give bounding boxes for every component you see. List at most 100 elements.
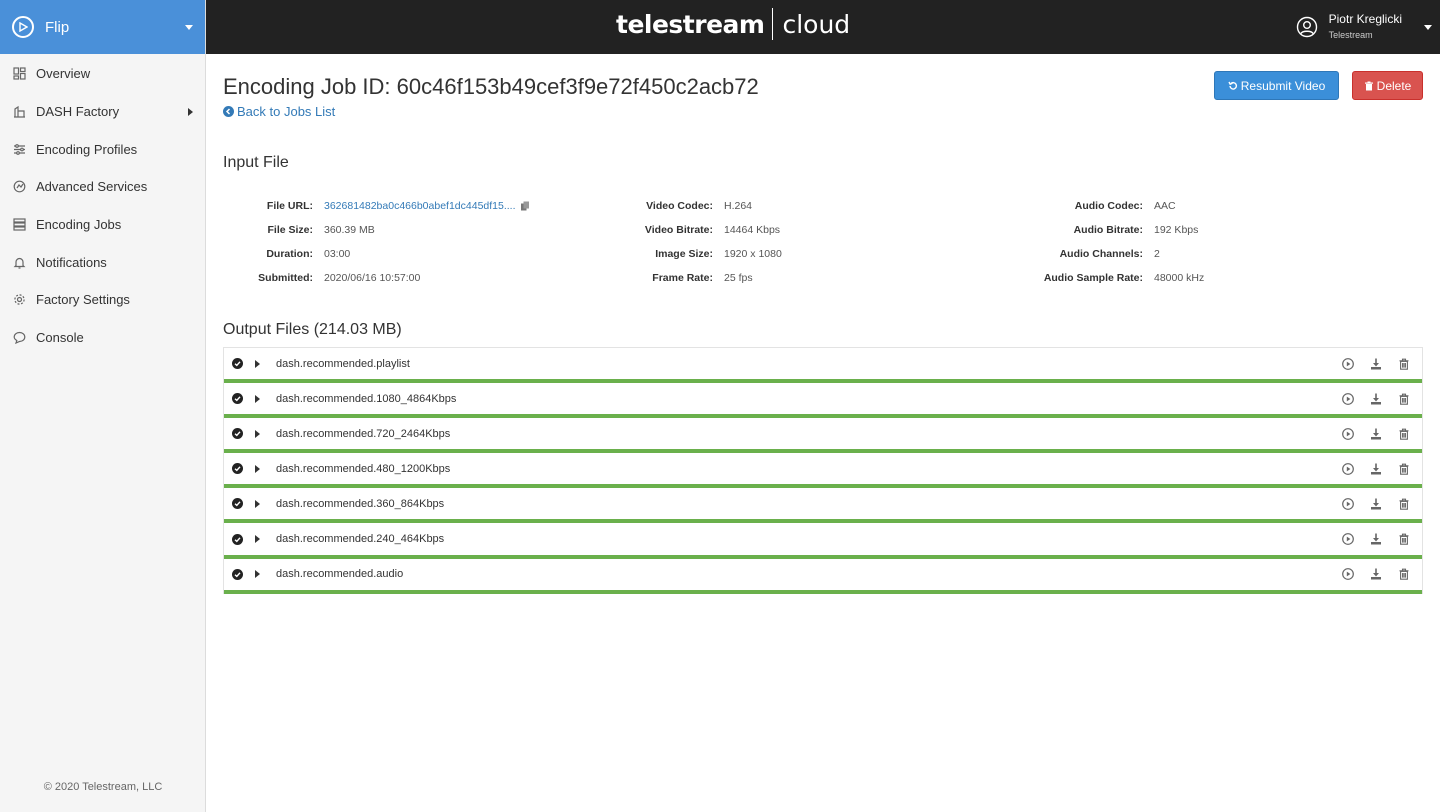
user-org: Telestream — [1328, 30, 1373, 40]
info-key: Image Size: — [655, 248, 713, 260]
check-circle-icon — [232, 498, 243, 510]
play-icon[interactable] — [1342, 462, 1354, 475]
info-audio-channels: Audio Channels: 2 — [1006, 248, 1160, 260]
sidebar-item-label: Advanced Services — [36, 179, 148, 195]
sidebar-nav: Overview DASH Factory Encoding Profiles … — [0, 54, 205, 357]
services-icon — [12, 180, 26, 194]
gear-icon — [12, 293, 26, 307]
play-icon[interactable] — [1342, 533, 1354, 545]
expand-caret-icon[interactable] — [255, 429, 260, 438]
sidebar-item-label: Console — [36, 330, 84, 346]
trash-icon[interactable] — [1398, 568, 1410, 580]
sliders-icon — [12, 142, 26, 156]
trash-icon[interactable] — [1398, 498, 1410, 510]
info-value: 48000 kHz — [1154, 272, 1205, 284]
delete-label: Delete — [1376, 78, 1412, 93]
info-value: 2 — [1154, 248, 1160, 260]
app-name: Flip — [45, 18, 70, 36]
download-icon[interactable] — [1370, 533, 1382, 545]
trash-icon[interactable] — [1398, 393, 1410, 405]
sidebar-item-console[interactable]: Console — [0, 319, 205, 357]
download-icon[interactable] — [1370, 428, 1382, 440]
expand-caret-icon[interactable] — [255, 535, 260, 544]
expand-caret-icon[interactable] — [255, 570, 260, 579]
play-icon[interactable] — [1342, 392, 1354, 405]
expand-caret-icon[interactable] — [255, 464, 260, 473]
sidebar-item-factory-settings[interactable]: Factory Settings — [0, 281, 205, 319]
user-info: Piotr Kreglicki Telestream — [1329, 11, 1402, 43]
output-file-name: dash.recommended.720_2464Kbps — [276, 427, 451, 440]
info-key: Submitted: — [258, 272, 313, 284]
redo-icon — [1228, 81, 1237, 90]
download-icon[interactable] — [1370, 498, 1382, 510]
info-key: Audio Channels: — [1059, 248, 1143, 260]
server-icon — [12, 218, 26, 232]
copy-icon[interactable] — [520, 201, 530, 211]
chat-icon — [12, 331, 26, 345]
check-circle-icon — [232, 358, 243, 370]
trash-icon[interactable] — [1398, 533, 1410, 545]
output-file-row: dash.recommended.240_464Kbps — [224, 523, 1422, 559]
bell-icon — [12, 255, 26, 269]
sidebar-item-label: Overview — [36, 66, 91, 82]
output-file-name: dash.recommended.480_1200Kbps — [276, 462, 451, 475]
output-files-heading: Output Files (214.03 MB) — [223, 321, 402, 338]
delete-button[interactable]: Delete — [1352, 71, 1423, 100]
back-to-jobs-link[interactable]: Back to Jobs List — [223, 104, 335, 119]
info-key: Video Codec: — [646, 200, 713, 212]
info-audio-bitrate: Audio Bitrate: 192 Kbps — [1006, 224, 1199, 236]
sidebar-item-advanced-services[interactable]: Advanced Services — [0, 168, 205, 206]
output-file-name: dash.recommended.360_864Kbps — [276, 497, 445, 510]
telestream-cloud-logo: telestream cloud — [616, 8, 850, 40]
trash-icon[interactable] — [1398, 428, 1410, 440]
output-file-name: dash.recommended.1080_4864Kbps — [276, 392, 457, 405]
check-circle-icon — [232, 463, 243, 475]
app-switcher[interactable]: Flip — [0, 0, 205, 54]
expand-caret-icon[interactable] — [255, 499, 260, 508]
resubmit-video-button[interactable]: Resubmit Video — [1214, 71, 1339, 100]
info-key: Frame Rate: — [652, 272, 713, 284]
info-key: File Size: — [267, 224, 313, 236]
trash-icon[interactable] — [1398, 463, 1410, 475]
sidebar-item-dash-factory[interactable]: DASH Factory — [0, 93, 205, 131]
check-circle-icon — [232, 533, 243, 545]
check-circle-icon — [232, 393, 243, 405]
info-key: File URL: — [266, 200, 313, 212]
play-icon[interactable] — [1342, 568, 1354, 581]
file-url-link[interactable]: 362681482ba0c466b0abef1dc445df15.... — [313, 200, 530, 212]
expand-caret-icon[interactable] — [255, 359, 260, 368]
play-icon[interactable] — [1342, 498, 1354, 510]
output-file-row: dash.recommended.1080_4864Kbps — [224, 383, 1422, 419]
play-icon[interactable] — [1342, 427, 1354, 440]
info-value: 1920 x 1080 — [724, 248, 782, 260]
user-menu[interactable]: Piotr Kreglicki Telestream — [1296, 0, 1432, 54]
top-bar: telestream cloud Piotr Kreglicki Telestr… — [206, 0, 1440, 54]
info-key: Audio Sample Rate: — [1043, 272, 1143, 284]
sidebar-item-encoding-profiles[interactable]: Encoding Profiles — [0, 130, 205, 168]
trash-icon[interactable] — [1398, 358, 1410, 370]
logo-cloud: cloud — [782, 9, 851, 39]
input-file-heading: Input File — [223, 154, 289, 171]
download-icon[interactable] — [1370, 463, 1382, 475]
copyright: © 2020 Telestream, LLC — [43, 781, 163, 793]
download-icon[interactable] — [1370, 358, 1382, 370]
sidebar-item-notifications[interactable]: Notifications — [0, 243, 205, 281]
info-value: 360.39 MB — [324, 224, 375, 236]
sidebar-item-label: Encoding Profiles — [36, 141, 138, 157]
download-icon[interactable] — [1370, 568, 1382, 580]
back-label: Back to Jobs List — [237, 104, 336, 119]
page-title: Encoding Job ID: 60c46f153b49cef3f9e72f4… — [223, 74, 759, 99]
info-value: H.264 — [724, 200, 753, 212]
info-submitted: Submitted: 2020/06/16 10:57:00 — [223, 272, 420, 284]
sidebar-item-overview[interactable]: Overview — [0, 55, 205, 93]
play-icon[interactable] — [1342, 357, 1354, 370]
sidebar-item-encoding-jobs[interactable]: Encoding Jobs — [0, 206, 205, 244]
output-file-row: dash.recommended.audio — [224, 558, 1422, 594]
expand-caret-icon[interactable] — [255, 394, 260, 403]
logo-telestream: telestream — [616, 9, 765, 39]
user-name: Piotr Kreglicki — [1328, 12, 1402, 26]
grid-icon — [12, 67, 26, 81]
chevron-down-icon — [185, 24, 193, 30]
main-content: Encoding Job ID: 60c46f153b49cef3f9e72f4… — [206, 54, 1440, 812]
download-icon[interactable] — [1370, 393, 1382, 405]
